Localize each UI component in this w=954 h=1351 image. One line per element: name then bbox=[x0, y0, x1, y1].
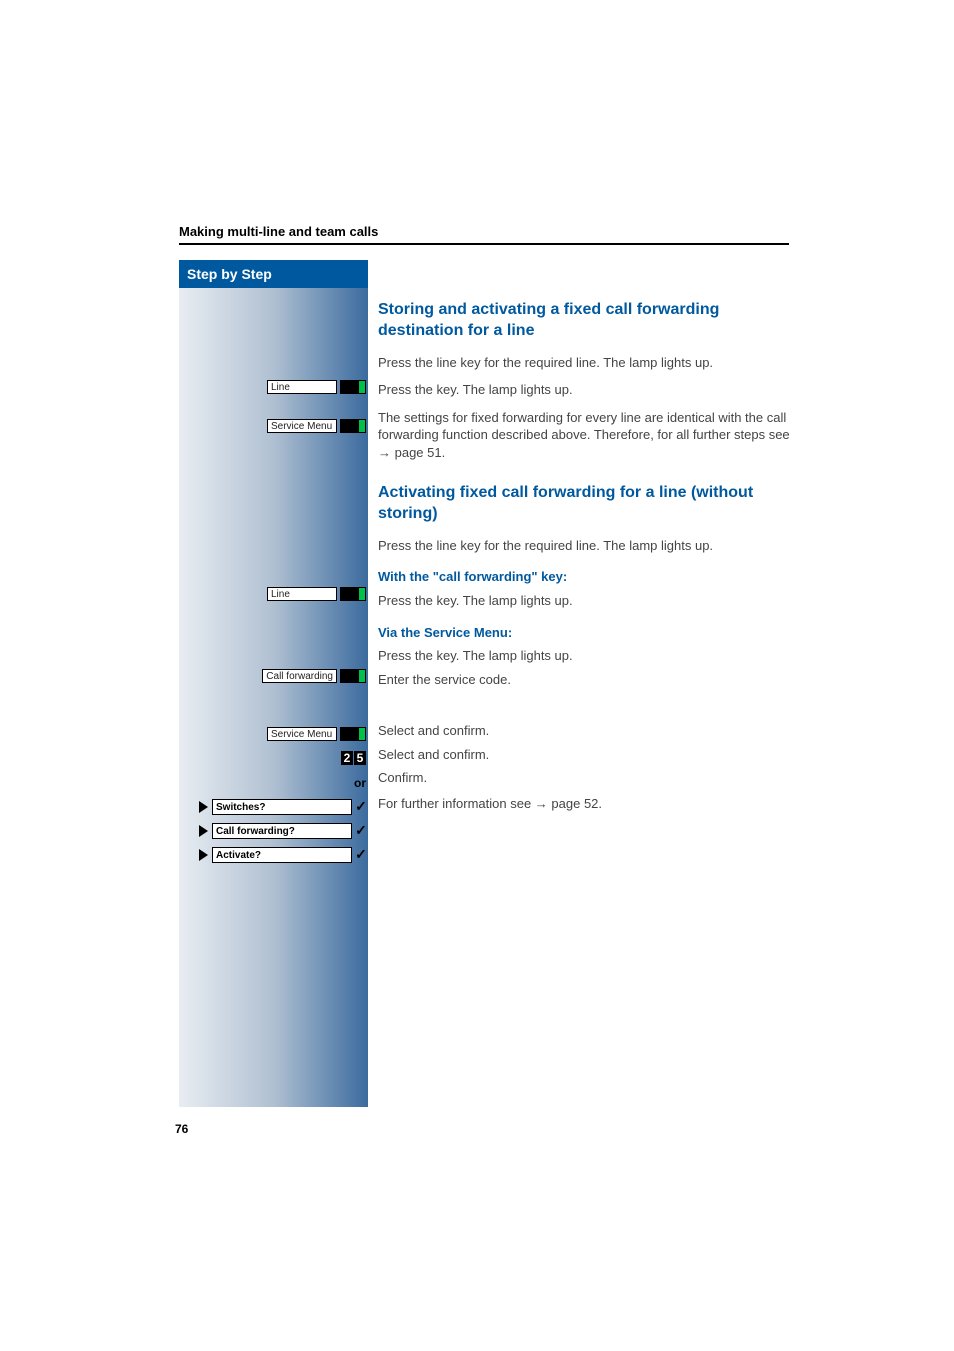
section-header: Making multi-line and team calls bbox=[179, 224, 378, 239]
call-forwarding-key-label: Call forwarding bbox=[262, 669, 337, 683]
step-service-code: 2 5 bbox=[340, 751, 366, 765]
menu-activate: Activate? bbox=[212, 847, 352, 863]
check-icon: ✓ bbox=[354, 822, 368, 839]
p-press-key-1: Press the key. The lamp lights up. bbox=[378, 381, 790, 399]
step-sidebar: Step by Step Line Service Menu Line Call… bbox=[179, 260, 368, 1105]
p-further-info-text: For further information see bbox=[378, 796, 535, 811]
lamp-icon bbox=[340, 419, 366, 433]
subheading-via-service-menu: Via the Service Menu: bbox=[378, 624, 790, 642]
service-menu-key-label: Service Menu bbox=[267, 419, 337, 433]
lamp-icon bbox=[340, 587, 366, 601]
or-label: or bbox=[354, 776, 366, 790]
p-press-key-3: Press the key. The lamp lights up. bbox=[378, 647, 790, 665]
link-page-51[interactable]: → page 51. bbox=[378, 445, 445, 460]
p-further-info: For further information see → page 52. bbox=[378, 795, 790, 813]
check-icon: ✓ bbox=[354, 798, 368, 815]
step-call-forwarding-menu: Call forwarding? ✓ bbox=[199, 822, 368, 839]
step-service-menu-1: Service Menu bbox=[267, 419, 366, 433]
step-or: or bbox=[354, 776, 366, 790]
p-select-confirm-2: Select and confirm. bbox=[378, 746, 790, 764]
menu-call-forwarding: Call forwarding? bbox=[212, 823, 352, 839]
subheading-call-forwarding-key: With the "call forwarding" key: bbox=[378, 568, 790, 586]
p-settings-note-text: The settings for fixed forwarding for ev… bbox=[378, 410, 790, 443]
p-select-confirm-1: Select and confirm. bbox=[378, 722, 790, 740]
lamp-icon bbox=[340, 669, 366, 683]
code-digit-2: 5 bbox=[354, 751, 366, 765]
heading-storing-activating: Storing and activating a fixed call forw… bbox=[378, 300, 790, 342]
link-page-52[interactable]: → page 52. bbox=[535, 796, 602, 811]
menu-switches: Switches? bbox=[212, 799, 352, 815]
step-line-2: Line bbox=[267, 587, 366, 601]
main-content: Storing and activating a fixed call forw… bbox=[378, 260, 790, 822]
step-service-menu-2: Service Menu bbox=[267, 727, 366, 741]
play-icon bbox=[199, 849, 208, 861]
line-key-label: Line bbox=[267, 587, 337, 601]
p-enter-code: Enter the service code. bbox=[378, 671, 790, 689]
check-icon: ✓ bbox=[354, 846, 368, 863]
p-settings-note: The settings for fixed forwarding for ev… bbox=[378, 409, 790, 462]
p-press-line-1: Press the line key for the required line… bbox=[378, 354, 790, 372]
p-press-line-2: Press the line key for the required line… bbox=[378, 537, 790, 555]
page-number: 76 bbox=[175, 1122, 188, 1136]
sidebar-title: Step by Step bbox=[179, 260, 368, 288]
lamp-icon bbox=[340, 727, 366, 741]
heading-activating-without-storing: Activating fixed call forwarding for a l… bbox=[378, 483, 790, 525]
sidebar-body: Line Service Menu Line Call forwarding S… bbox=[179, 288, 368, 1107]
step-activate: Activate? ✓ bbox=[199, 846, 368, 863]
play-icon bbox=[199, 801, 208, 813]
line-key-label: Line bbox=[267, 380, 337, 394]
p-confirm: Confirm. bbox=[378, 769, 790, 787]
step-call-forwarding-key: Call forwarding bbox=[262, 669, 366, 683]
play-icon bbox=[199, 825, 208, 837]
lamp-icon bbox=[340, 380, 366, 394]
p-press-key-2: Press the key. The lamp lights up. bbox=[378, 592, 790, 610]
step-switches: Switches? ✓ bbox=[199, 798, 368, 815]
code-digit-1: 2 bbox=[341, 751, 353, 765]
header-rule bbox=[179, 243, 789, 245]
step-line-1: Line bbox=[267, 380, 366, 394]
service-menu-key-label: Service Menu bbox=[267, 727, 337, 741]
